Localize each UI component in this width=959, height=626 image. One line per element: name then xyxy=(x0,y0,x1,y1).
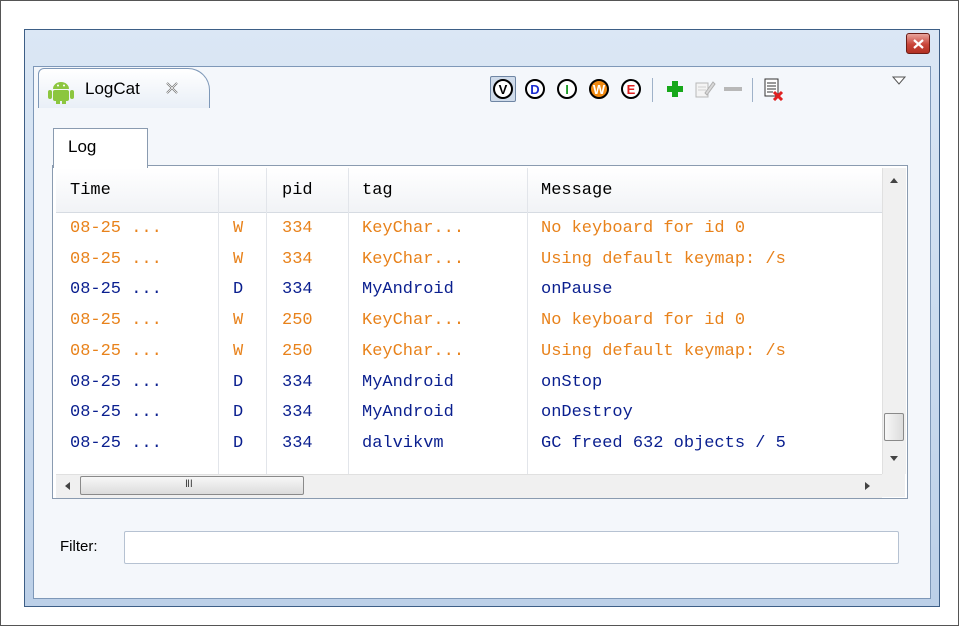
toolbar-separator xyxy=(652,78,653,102)
plus-icon xyxy=(667,81,683,97)
cell-tag: KeyChar... xyxy=(362,250,465,269)
edit-filter-button[interactable] xyxy=(692,76,718,102)
info-icon: I xyxy=(557,79,577,99)
cell-pid: 334 xyxy=(282,219,313,238)
scroll-grip-icon: ⅡⅠ xyxy=(185,479,193,490)
tab-log-label: Log xyxy=(68,137,97,156)
cell-time: 08-25 ... xyxy=(70,250,162,269)
header-pid[interactable]: pid xyxy=(282,181,313,200)
cell-level: W xyxy=(233,250,244,269)
cell-pid: 334 xyxy=(282,373,313,392)
toolbar-separator-2 xyxy=(752,78,753,102)
close-x-icon[interactable] xyxy=(165,81,179,95)
cell-time: 08-25 ... xyxy=(70,311,162,330)
cell-message: Using default keymap: /s xyxy=(541,250,786,269)
clear-log-button[interactable] xyxy=(760,76,786,102)
cell-tag: MyAndroid xyxy=(362,373,454,392)
scroll-up-arrow-icon[interactable] xyxy=(889,177,899,184)
edit-filter-icon xyxy=(695,81,716,98)
cell-time: 08-25 ... xyxy=(70,434,162,453)
cell-message: No keyboard for id 0 xyxy=(541,219,746,238)
vertical-scroll-thumb[interactable] xyxy=(884,413,904,441)
header-tag[interactable]: tag xyxy=(362,181,393,200)
cell-pid: 334 xyxy=(282,250,313,269)
cell-tag: dalvikvm xyxy=(362,434,444,453)
error-filter-button[interactable]: E xyxy=(618,76,644,102)
cell-level: D xyxy=(233,403,244,422)
cell-tag: MyAndroid xyxy=(362,280,454,299)
cell-pid: 334 xyxy=(282,434,313,453)
filter-input[interactable] xyxy=(124,531,899,564)
add-filter-button[interactable] xyxy=(662,76,688,102)
cell-message: onPause xyxy=(541,280,613,299)
cell-level: D xyxy=(233,373,244,392)
cell-message: onDestroy xyxy=(541,403,633,422)
header-message[interactable]: Message xyxy=(541,181,612,200)
cell-time: 08-25 ... xyxy=(70,373,162,392)
column-separator xyxy=(266,168,267,474)
cell-tag: MyAndroid xyxy=(362,403,454,422)
header-time[interactable]: Time xyxy=(70,181,111,200)
error-icon: E xyxy=(621,79,641,99)
cell-time: 08-25 ... xyxy=(70,403,162,422)
debug-filter-button[interactable]: D xyxy=(522,76,548,102)
cell-pid: 250 xyxy=(282,311,313,330)
info-filter-button[interactable]: I xyxy=(554,76,580,102)
warning-filter-button[interactable]: W xyxy=(586,76,612,102)
cell-tag: KeyChar... xyxy=(362,311,465,330)
window-close-button[interactable] xyxy=(906,33,930,54)
cell-level: W xyxy=(233,219,244,238)
cell-pid: 334 xyxy=(282,280,313,299)
cell-pid: 250 xyxy=(282,342,313,361)
scroll-left-arrow-icon[interactable] xyxy=(64,481,71,491)
verbose-icon: V xyxy=(493,79,513,99)
cell-time: 08-25 ... xyxy=(70,342,162,361)
column-separator xyxy=(527,168,528,474)
cell-tag: KeyChar... xyxy=(362,219,465,238)
cell-tag: KeyChar... xyxy=(362,342,465,361)
scroll-down-arrow-icon[interactable] xyxy=(889,455,899,462)
verbose-filter-button[interactable]: V xyxy=(490,76,516,102)
cell-message: GC freed 632 objects / 5 xyxy=(541,434,786,453)
column-separator xyxy=(348,168,349,474)
warning-icon: W xyxy=(589,79,609,99)
remove-filter-button[interactable] xyxy=(720,76,746,102)
close-icon xyxy=(913,39,924,49)
table-header xyxy=(56,168,882,213)
cell-level: W xyxy=(233,342,244,361)
android-icon xyxy=(48,82,74,104)
cell-pid: 334 xyxy=(282,403,313,422)
debug-icon: D xyxy=(525,79,545,99)
scrollbar-corner xyxy=(882,474,905,497)
filter-label: Filter: xyxy=(60,538,98,555)
cell-level: D xyxy=(233,280,244,299)
cell-message: onStop xyxy=(541,373,603,392)
column-separator xyxy=(218,168,219,474)
cell-level: W xyxy=(233,311,244,330)
cell-time: 08-25 ... xyxy=(70,280,162,299)
cell-message: Using default keymap: /s xyxy=(541,342,786,361)
minus-icon xyxy=(724,87,742,91)
view-menu-triangle-icon xyxy=(892,76,906,85)
clear-log-icon xyxy=(764,78,784,101)
scroll-right-arrow-icon[interactable] xyxy=(864,481,871,491)
cell-level: D xyxy=(233,434,244,453)
view-tab-title: LogCat xyxy=(85,79,140,98)
view-menu-button[interactable] xyxy=(888,72,910,90)
cell-time: 08-25 ... xyxy=(70,219,162,238)
cell-message: No keyboard for id 0 xyxy=(541,311,746,330)
